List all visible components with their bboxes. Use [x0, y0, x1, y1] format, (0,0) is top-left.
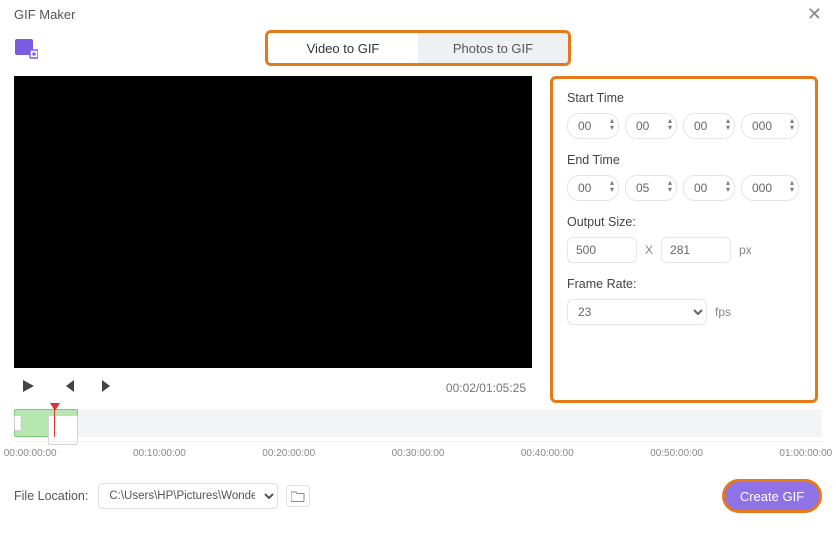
start-ss-stepper[interactable]: 00▴▾	[683, 113, 735, 139]
frame-rate-select[interactable]: 23	[567, 299, 707, 325]
video-preview	[14, 76, 532, 368]
file-location-select[interactable]: C:\Users\HP\Pictures\Wondersh	[98, 483, 278, 509]
stepper-arrows-icon[interactable]: ▴▾	[668, 117, 672, 131]
end-ms-stepper[interactable]: 000▴▾	[741, 175, 799, 201]
file-location-label: File Location:	[14, 489, 88, 503]
close-icon[interactable]: ✕	[807, 4, 822, 25]
tab-group: Video to GIF Photos to GIF	[265, 30, 571, 66]
output-height-input[interactable]	[661, 237, 731, 263]
start-mm-stepper[interactable]: 00▴▾	[625, 113, 677, 139]
prev-icon[interactable]	[60, 378, 78, 397]
start-hh-stepper[interactable]: 00▴▾	[567, 113, 619, 139]
play-icon[interactable]	[20, 378, 38, 397]
tab-photos-to-gif[interactable]: Photos to GIF	[418, 33, 568, 63]
tick-label: 00:30:00:00	[392, 448, 445, 459]
stepper-arrows-icon[interactable]: ▴▾	[790, 117, 794, 131]
end-ss-stepper[interactable]: 00▴▾	[683, 175, 735, 201]
tab-label: Video to GIF	[307, 41, 380, 56]
timeline-selection[interactable]	[14, 409, 78, 437]
end-time-label: End Time	[567, 153, 801, 167]
titlebar: GIF Maker ✕	[0, 0, 836, 28]
stepper-arrows-icon[interactable]: ▴▾	[790, 179, 794, 193]
frame-rate-label: Frame Rate:	[567, 277, 801, 291]
browse-folder-button[interactable]	[286, 485, 310, 507]
stepper-arrows-icon[interactable]: ▴▾	[610, 179, 614, 193]
output-width-input[interactable]	[567, 237, 637, 263]
tick-label: 01:00:00:00	[779, 448, 832, 459]
timeline-track[interactable]	[14, 409, 822, 437]
playhead-line	[54, 409, 55, 437]
start-time-label: Start Time	[567, 91, 801, 105]
start-ms-stepper[interactable]: 000▴▾	[741, 113, 799, 139]
playhead-icon[interactable]	[50, 403, 60, 411]
tick-label: 00:50:00:00	[650, 448, 703, 459]
playback-controls: 00:02/01:05:25	[14, 368, 532, 403]
tick-label: 00:20:00:00	[262, 448, 315, 459]
timeline: 00:00:00:00 00:10:00:00 00:20:00:00 00:3…	[0, 403, 836, 465]
stepper-arrows-icon[interactable]: ▴▾	[726, 117, 730, 131]
tab-label: Photos to GIF	[453, 41, 533, 56]
app-logo-icon	[14, 37, 38, 59]
end-hh-stepper[interactable]: 00▴▾	[567, 175, 619, 201]
settings-panel: Start Time 00▴▾ 00▴▾ 00▴▾ 000▴▾ End Time…	[550, 76, 818, 403]
stepper-arrows-icon[interactable]: ▴▾	[668, 179, 672, 193]
footer: File Location: C:\Users\HP\Pictures\Wond…	[0, 465, 836, 513]
header-row: Video to GIF Photos to GIF	[0, 28, 836, 68]
folder-icon	[291, 490, 305, 502]
output-size-label: Output Size:	[567, 215, 801, 229]
tick-label: 00:10:00:00	[133, 448, 186, 459]
window-title: GIF Maker	[14, 7, 75, 22]
end-mm-stepper[interactable]: 05▴▾	[625, 175, 677, 201]
stepper-arrows-icon[interactable]: ▴▾	[610, 117, 614, 131]
selection-handle-left[interactable]	[14, 415, 22, 431]
timeline-ticks: 00:00:00:00 00:10:00:00 00:20:00:00 00:3…	[14, 441, 822, 465]
fps-unit: fps	[715, 305, 731, 319]
tick-label: 00:40:00:00	[521, 448, 574, 459]
tab-video-to-gif[interactable]: Video to GIF	[268, 33, 418, 63]
next-icon[interactable]	[100, 378, 118, 397]
playback-timecode: 00:02/01:05:25	[446, 381, 526, 395]
tick-label: 00:00:00:00	[4, 448, 57, 459]
size-unit: px	[739, 243, 752, 257]
stepper-arrows-icon[interactable]: ▴▾	[726, 179, 730, 193]
size-sep: X	[645, 243, 653, 257]
create-gif-button[interactable]: Create GIF	[722, 479, 822, 513]
